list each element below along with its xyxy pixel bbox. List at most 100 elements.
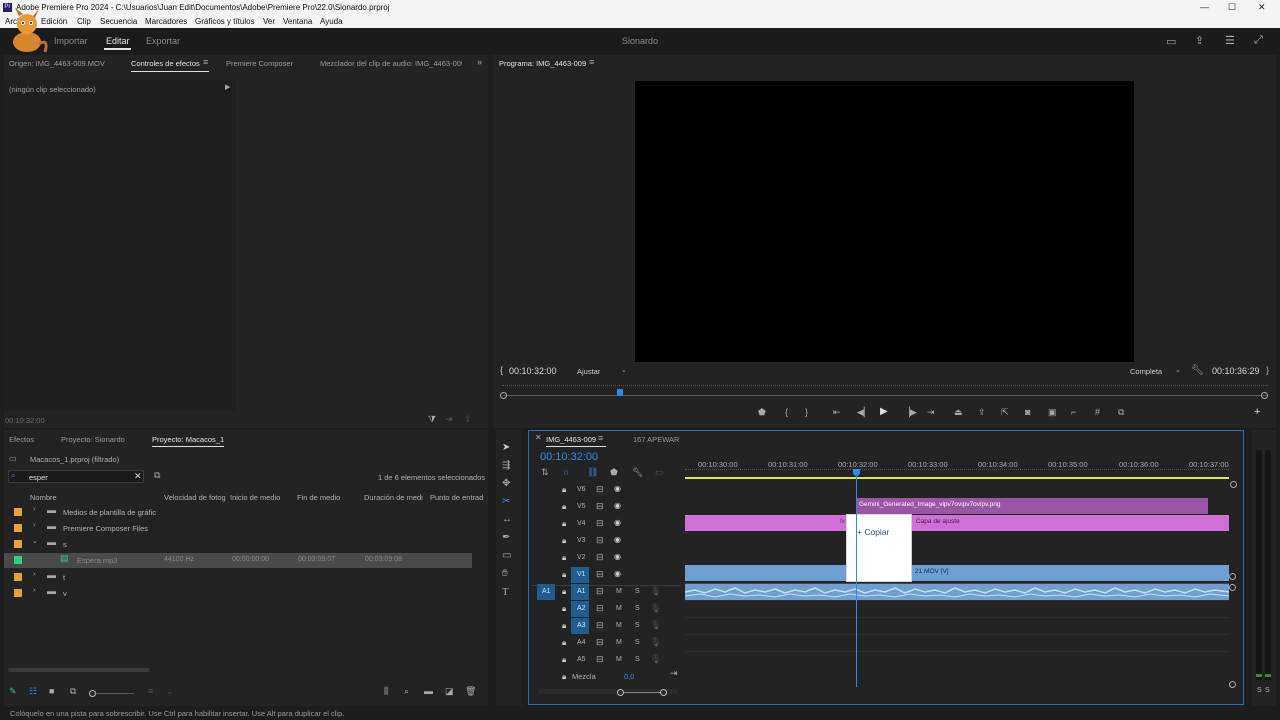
play-icon[interactable]: ▶ — [880, 406, 888, 417]
sync-lock-icon[interactable]: ⊟ — [596, 620, 604, 631]
lock-icon[interactable]: 🔒︎ — [562, 502, 566, 512]
timeline-settings-icon[interactable]: 🔧︎ — [632, 467, 643, 478]
program-title[interactable]: Programa: IMG_4463-009 — [499, 59, 586, 68]
close-button[interactable]: ✕ — [1258, 2, 1266, 13]
scrub-bar[interactable] — [503, 389, 1268, 396]
clear-search-icon[interactable]: ✕ — [134, 471, 142, 482]
search-input[interactable]: esper — [29, 473, 48, 482]
icon-view-icon[interactable]: ■ — [49, 686, 54, 696]
track-header-a3[interactable]: 🔒︎ A3 ⊟ M S 🎙︎ — [531, 618, 681, 635]
lock-icon[interactable]: 🔒︎ — [562, 570, 566, 580]
lock-icon[interactable]: 🔒︎ — [562, 485, 566, 495]
camera-icon[interactable]: ◙ — [1025, 407, 1030, 417]
tab-sequence-img[interactable]: IMG_4463-009 — [546, 435, 596, 444]
mix-value[interactable]: 0,0 — [624, 672, 634, 681]
fullscreen-icon[interactable]: ⤢ — [1254, 34, 1263, 47]
solo-button[interactable]: S — [635, 622, 640, 629]
panel-menu-icon[interactable]: ≡ — [589, 57, 594, 67]
wrench-icon[interactable]: 🔧︎ — [1191, 365, 1204, 376]
solo-button[interactable]: S — [635, 588, 640, 595]
col-velocidad[interactable]: Velocidad de fotog — [164, 493, 226, 502]
menu-icon[interactable]: ☰ — [1225, 34, 1235, 47]
go-to-in-icon[interactable]: ⇤ — [833, 407, 841, 418]
trash-icon[interactable]: 🗑︎ — [465, 686, 476, 697]
menu-ver[interactable]: Ver — [263, 17, 275, 26]
menu-clip[interactable]: Clip — [77, 17, 91, 26]
lock-icon[interactable]: 🔒︎ — [562, 553, 566, 563]
col-fin[interactable]: Fin de medio — [297, 493, 340, 502]
rectangle-tool-icon[interactable]: ▭ — [502, 550, 511, 561]
solo-button[interactable]: S — [635, 639, 640, 646]
add-marker-icon[interactable]: ⬟ — [758, 407, 766, 418]
lock-icon[interactable]: 🔒︎ — [562, 536, 566, 546]
playhead-marker[interactable] — [617, 389, 624, 396]
track-header-a2[interactable]: 🔒︎ A2 ⊟ M S 🎙︎ — [531, 601, 681, 618]
solo-right-label[interactable]: S — [1265, 687, 1270, 694]
eye-icon[interactable]: ◉ — [614, 501, 621, 510]
list-item[interactable]: › ▬ t — [4, 570, 472, 584]
chevron-down-icon[interactable]: ⌄ — [621, 366, 627, 374]
share-icon[interactable]: ⇱ — [1001, 407, 1009, 418]
zoom-handle-left[interactable] — [500, 392, 507, 399]
track-lanes[interactable]: Gemini_Generated_Image_vipv7ovipv7ovipv.… — [685, 482, 1229, 672]
track-zoom-handle[interactable] — [1229, 573, 1236, 580]
mute-button[interactable]: M — [616, 639, 622, 646]
sync-lock-icon[interactable]: ⊟ — [596, 501, 604, 512]
multi-camera-icon[interactable]: ▣ — [1048, 407, 1057, 418]
maximize-button[interactable]: ☐ — [1228, 2, 1236, 13]
menu-marcadores[interactable]: Marcadores — [145, 17, 187, 26]
menu-graficos[interactable]: Gráficos y títulos — [195, 17, 255, 26]
microphone-icon[interactable]: 🎙︎ — [650, 654, 661, 665]
list-item-selected[interactable]: ▤ Espera.mp3 44100 Hz 00:00:00:00 00:03:… — [4, 553, 472, 568]
timeline-clip-video[interactable]: 21.MOV [V] — [685, 565, 1229, 581]
extract-icon[interactable]: ⇪ — [978, 407, 986, 418]
track-header-a1[interactable]: A1 🔒︎ A1 ⊟ M S 🎙︎ — [531, 584, 681, 601]
zoom-handle-right[interactable] — [1261, 392, 1268, 399]
track-header-v4[interactable]: 🔒︎ V4 ⊟ ◉ — [531, 516, 681, 533]
eye-icon[interactable]: ◉ — [614, 552, 621, 561]
safe-margins-icon[interactable]: # — [1095, 407, 1100, 417]
ripple-edit-tool-icon[interactable]: ✥ — [502, 478, 510, 489]
eye-icon[interactable]: ◉ — [614, 518, 621, 527]
share-out-icon[interactable]: ⇪ — [464, 414, 472, 425]
collapse-arrow-icon[interactable]: ⌄ — [32, 537, 38, 545]
lock-icon[interactable]: 🔒︎ — [562, 638, 566, 648]
track-header-a5[interactable]: 🔒︎ A5 ⊟ M S 🎙︎ — [531, 652, 681, 669]
snap-icon[interactable]: ∩ — [563, 467, 569, 477]
filter-icon[interactable]: ⧩ — [428, 414, 436, 425]
workspaces-icon[interactable]: ▭ — [1166, 35, 1176, 48]
pen-tool-icon[interactable]: ✒ — [502, 532, 510, 543]
microphone-icon[interactable]: 🎙︎ — [650, 637, 661, 648]
solo-button[interactable]: S — [635, 605, 640, 612]
lock-icon[interactable]: 🔒︎ — [562, 519, 566, 529]
zoom-slider-handle[interactable] — [89, 690, 96, 697]
add-marker-icon[interactable]: ⬟ — [610, 467, 618, 478]
col-duracion[interactable]: Duración de medi — [364, 493, 424, 502]
lock-icon[interactable]: 🔒︎ — [562, 621, 566, 631]
solo-left-label[interactable]: S — [1257, 687, 1262, 694]
sync-lock-icon[interactable]: ⊟ — [596, 535, 604, 546]
step-forward-icon[interactable]: ▕▶ — [903, 407, 917, 418]
automate-to-sequence-icon[interactable]: ⫼ — [384, 686, 388, 697]
col-inicio[interactable]: Inicio de medio — [230, 493, 280, 502]
freeform-view-icon[interactable]: ⧉ — [70, 686, 76, 697]
expand-arrow-icon[interactable]: ▶ — [225, 83, 230, 91]
sync-lock-icon[interactable]: ⊟ — [596, 586, 604, 597]
list-item[interactable]: ⌄ ▬ s — [4, 537, 472, 551]
more-icon[interactable]: ⌄ — [166, 686, 174, 697]
tab-editar[interactable]: Editar — [106, 36, 130, 46]
tab-sequence-apewar[interactable]: 167 APEWAR — [633, 435, 679, 444]
tab-audio-clip-mixer[interactable]: Mezclador del clip de audio: IMG_4463-00… — [320, 59, 462, 68]
track-header-v3[interactable]: 🔒︎ V3 ⊟ ◉ — [531, 533, 681, 550]
timeline-timecode[interactable]: 00:10:32:00 — [540, 451, 598, 463]
tab-exportar[interactable]: Exportar — [146, 36, 180, 46]
captions-icon[interactable]: ▭ — [655, 467, 664, 478]
pencil-icon[interactable]: ✎ — [9, 686, 17, 697]
chevron-down-icon[interactable]: ⌄ — [1175, 366, 1181, 374]
list-view-icon[interactable]: ☷ — [29, 686, 37, 697]
timeline-clip-audio[interactable] — [685, 584, 1229, 600]
sync-lock-icon[interactable]: ⊟ — [596, 518, 604, 529]
lock-icon[interactable]: 🔒︎ — [562, 587, 566, 597]
track-header-a4[interactable]: 🔒︎ A4 ⊟ M S 🎙︎ — [531, 635, 681, 652]
razor-tool-icon[interactable]: ✂ — [502, 496, 510, 507]
